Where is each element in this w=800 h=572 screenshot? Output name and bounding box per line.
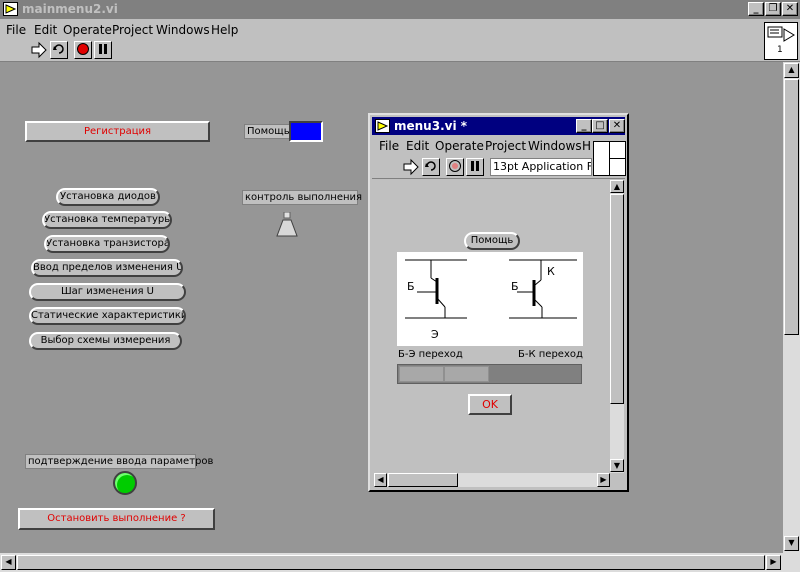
vi-icon-connector[interactable]: 1 xyxy=(764,22,798,60)
transistor-setup-button[interactable]: Установка транзистора xyxy=(44,235,170,253)
close-icon[interactable]: ✕ xyxy=(782,2,798,16)
hscroll-thumb[interactable] xyxy=(17,555,765,570)
scroll-right-icon[interactable]: ▶ xyxy=(766,555,781,570)
submenu-help[interactable]: H xyxy=(582,139,591,153)
bk-junction-label: Б-К переход xyxy=(518,349,583,360)
execution-toggle-switch[interactable] xyxy=(276,211,298,238)
maximize-icon[interactable]: □ xyxy=(592,119,608,133)
temperature-setup-button[interactable]: Установка температуры xyxy=(42,211,172,229)
confirm-led-indicator xyxy=(113,471,137,495)
subvi-window: menu3.vi * _ □ ✕ File Edit Operate Proje… xyxy=(368,113,629,492)
menu-file[interactable]: File xyxy=(6,23,26,37)
bk-base-label: Б xyxy=(511,280,519,293)
scroll-thumb[interactable] xyxy=(784,79,799,335)
submenu-windows[interactable]: Windows xyxy=(528,139,582,153)
voltage-step-button[interactable]: Шаг изменения U xyxy=(29,283,186,301)
scroll-up-icon[interactable]: ▲ xyxy=(610,180,624,193)
diode-setup-button[interactable]: Установка диодов xyxy=(56,188,160,206)
measurement-scheme-button[interactable]: Выбор схемы измерения xyxy=(29,332,182,350)
connector-number: 1 xyxy=(777,45,783,55)
labview-app-icon xyxy=(375,119,390,133)
scroll-up-icon[interactable]: ▲ xyxy=(784,63,799,78)
junction-selector[interactable] xyxy=(397,364,582,384)
toolbar xyxy=(0,39,800,62)
submenu-project[interactable]: Project xyxy=(485,139,526,153)
window-title: mainmenu2.vi xyxy=(22,2,118,16)
transistor-diagram: Б Э Б К xyxy=(397,252,583,346)
junction-segment-bk[interactable] xyxy=(444,366,489,382)
menu-edit[interactable]: Edit xyxy=(34,23,57,37)
subvi-scroll-thumb[interactable] xyxy=(610,194,624,404)
execution-control-label: контроль выполнения xyxy=(242,190,362,205)
menu-windows[interactable]: Windows xyxy=(156,23,210,37)
subvi-title: menu3.vi * xyxy=(394,119,468,133)
subvi-menu-bar: File Edit Operate Project Windows H xyxy=(370,139,625,155)
restore-icon[interactable]: ❐ xyxy=(765,2,781,16)
scroll-down-icon[interactable]: ▼ xyxy=(784,536,799,551)
voltage-range-button[interactable]: Ввод пределов изменения U xyxy=(31,259,183,277)
run-arrow-icon[interactable] xyxy=(30,41,48,59)
ok-button[interactable]: OK xyxy=(468,394,512,415)
scroll-down-icon[interactable]: ▼ xyxy=(610,459,624,472)
submenu-operate[interactable]: Operate xyxy=(435,139,484,153)
run-arrow-icon[interactable] xyxy=(402,158,420,176)
be-base-label: Б xyxy=(407,280,415,293)
junction-segment-be[interactable] xyxy=(399,366,444,382)
submenu-file[interactable]: File xyxy=(379,139,399,153)
be-emitter-label: Э xyxy=(431,328,439,341)
menu-bar: File Edit Operate Project Windows Help xyxy=(0,19,800,39)
scroll-left-icon[interactable]: ◀ xyxy=(374,473,387,487)
menu-project[interactable]: Project xyxy=(112,23,153,37)
menu-help[interactable]: Help xyxy=(211,23,238,37)
horizontal-scrollbar[interactable]: ◀ ▶ xyxy=(0,553,800,572)
subvi-front-panel: Помощь Б Э Б К Б-Э переход Б-К переход O… xyxy=(374,180,610,473)
run-continuously-icon[interactable] xyxy=(422,158,440,176)
pause-icon[interactable] xyxy=(466,158,484,176)
scroll-right-icon[interactable]: ▶ xyxy=(597,473,610,487)
labview-app-icon xyxy=(3,2,18,16)
scroll-left-icon[interactable]: ◀ xyxy=(1,555,16,570)
subvi-titlebar: menu3.vi * _ □ ✕ xyxy=(372,117,625,135)
close-icon[interactable]: ✕ xyxy=(609,119,625,133)
registration-button[interactable]: Регистрация xyxy=(25,121,210,142)
vertical-scrollbar[interactable]: ▲ ▼ xyxy=(783,62,800,553)
font-selector[interactable]: 13pt Application Font xyxy=(490,158,592,176)
submenu-edit[interactable]: Edit xyxy=(406,139,429,153)
subvi-horizontal-scrollbar[interactable]: ◀ ▶ xyxy=(374,473,610,487)
stop-execution-button[interactable]: Остановить выполнение ? xyxy=(18,508,215,530)
subvi-connector-pane[interactable] xyxy=(593,141,626,176)
subvi-vertical-scrollbar[interactable]: ▲ ▼ xyxy=(610,180,624,473)
help-label: Помощь xyxy=(244,124,293,139)
static-characteristics-button[interactable]: Статические характеристики xyxy=(29,307,186,325)
run-continuously-icon[interactable] xyxy=(50,41,68,59)
confirm-params-label: подтверждение ввода параметров xyxy=(25,454,213,469)
pause-icon[interactable] xyxy=(94,41,112,59)
abort-icon[interactable] xyxy=(74,41,92,59)
minimize-icon[interactable]: _ xyxy=(576,119,592,133)
subvi-hscroll-thumb[interactable] xyxy=(388,473,458,487)
help-color-box[interactable] xyxy=(289,121,323,142)
be-junction-label: Б-Э переход xyxy=(398,349,463,360)
window-titlebar: mainmenu2.vi _ ❐ ✕ xyxy=(0,0,800,19)
bk-collector-label: К xyxy=(547,265,555,278)
minimize-icon[interactable]: _ xyxy=(748,2,764,16)
menu-operate[interactable]: Operate xyxy=(63,23,112,37)
subvi-help-button[interactable]: Помощь xyxy=(464,232,520,250)
abort-icon[interactable] xyxy=(446,158,464,176)
